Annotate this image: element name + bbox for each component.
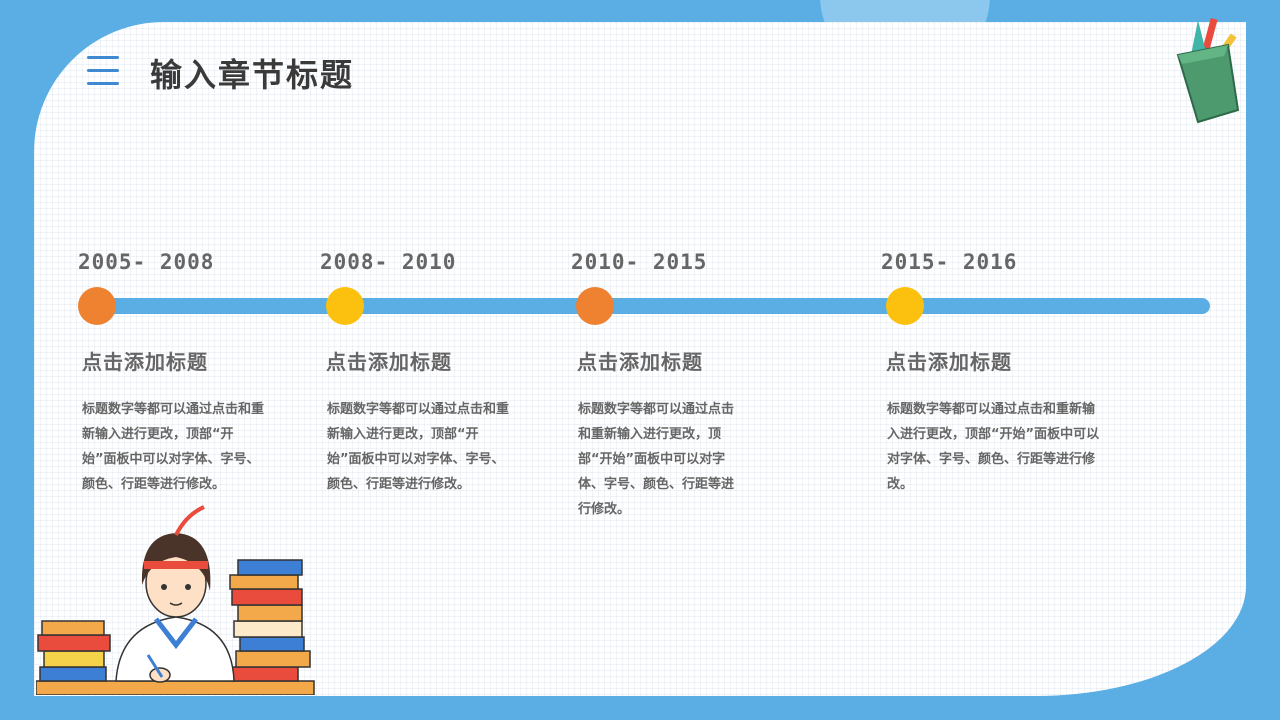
timeline-dot <box>886 287 924 325</box>
timeline-item-body: 标题数字等都可以通过点击和重新输入进行更改，顶部“开始”面板中可以对字体、字号、… <box>887 402 1100 492</box>
timeline-item-title: 点击添加标题 <box>577 350 703 374</box>
pencil-cup-icon <box>1176 17 1240 124</box>
timeline-dot <box>326 287 364 325</box>
timeline-year: 2015- 2016 <box>881 250 1018 274</box>
timeline-item-body: 标题数字等都可以通过点击和重新输入进行更改，顶部“开始”面板中可以对字体、字号、… <box>578 402 735 517</box>
timeline-dot <box>78 287 116 325</box>
timeline-year: 2008- 2010 <box>320 250 457 274</box>
timeline-year: 2010- 2015 <box>571 250 708 274</box>
timeline-year: 2005- 2008 <box>78 250 215 274</box>
timeline-dot <box>576 287 614 325</box>
student-illustration <box>36 505 315 695</box>
timeline-item-title: 点击添加标题 <box>82 350 208 374</box>
page-title: 输入章节标题 <box>150 56 355 94</box>
timeline-item-title: 点击添加标题 <box>326 350 452 374</box>
timeline-item-title: 点击添加标题 <box>886 350 1012 374</box>
timeline-item-body: 标题数字等都可以通过点击和重新输入进行更改，顶部“开始”面板中可以对字体、字号、… <box>327 402 510 492</box>
timeline-bar <box>96 298 1210 314</box>
timeline-item-body: 标题数字等都可以通过点击和重新输入进行更改，顶部“开始”面板中可以对字体、字号、… <box>82 402 265 492</box>
menu-icon[interactable] <box>87 56 119 86</box>
